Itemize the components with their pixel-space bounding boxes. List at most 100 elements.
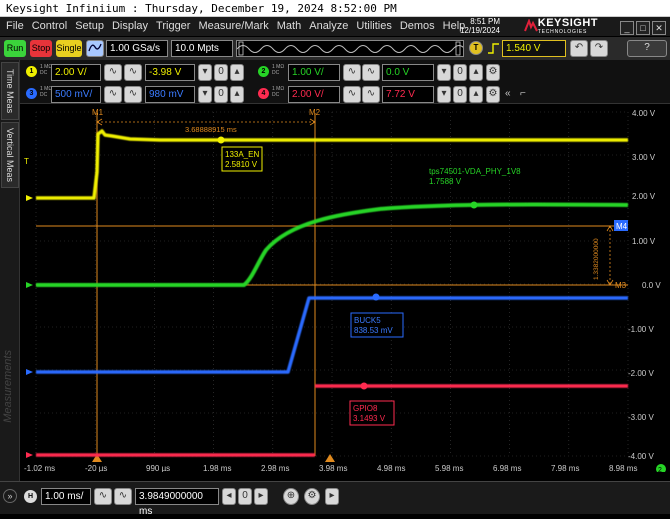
channel-2-down-icon[interactable]: ▾ bbox=[437, 64, 451, 81]
channel-1-offset[interactable]: -3.98 V bbox=[145, 64, 195, 81]
menu-display[interactable]: Display bbox=[108, 17, 152, 36]
channel-2-wave-alt-icon[interactable]: ∿ bbox=[362, 64, 380, 81]
menu-control[interactable]: Control bbox=[28, 17, 71, 36]
channel-1-down-icon[interactable]: ▾ bbox=[198, 64, 212, 81]
position-zero-icon[interactable]: 0 bbox=[238, 488, 252, 505]
channel-4-offset[interactable]: 7.72 V bbox=[382, 86, 434, 103]
timebase-wave-icon[interactable]: ∿ bbox=[94, 488, 112, 505]
single-button[interactable]: Single bbox=[56, 40, 82, 57]
channel-3-up-icon[interactable]: ▴ bbox=[230, 86, 244, 103]
menu-trigger[interactable]: Trigger bbox=[152, 17, 194, 36]
channel-2-wave-icon[interactable]: ∿ bbox=[343, 64, 361, 81]
waveform-display[interactable]: M1 M2 3.68888915 ms 1.3382000000 M4 M3 T… bbox=[20, 104, 670, 472]
channel-4-settings-icon[interactable]: ⚙ bbox=[486, 86, 500, 103]
channel-4-wave-alt-icon[interactable]: ∿ bbox=[362, 86, 380, 103]
brand-name: KEYSIGHT bbox=[537, 17, 598, 29]
channel-4-wave-icon[interactable]: ∿ bbox=[343, 86, 361, 103]
channel-4-callout-value: 3.1493 V bbox=[353, 414, 386, 423]
channel-1-scale[interactable]: 2.00 V/ bbox=[51, 64, 101, 81]
x-label: 990 µs bbox=[146, 464, 170, 472]
position-left-icon[interactable]: ◂ bbox=[222, 488, 236, 505]
channel-3-scale[interactable]: 500 mV/ bbox=[51, 86, 101, 103]
channel-2-scale[interactable]: 1.00 V/ bbox=[288, 64, 340, 81]
menu-setup[interactable]: Setup bbox=[71, 17, 108, 36]
channel-2-up-icon[interactable]: ▴ bbox=[469, 64, 483, 81]
settings-icon[interactable]: ⚙ bbox=[304, 488, 320, 505]
y-label: 1.00 V bbox=[632, 237, 656, 246]
channel-4-up-icon[interactable]: ▴ bbox=[469, 86, 483, 103]
clock-time: 8:51 PM bbox=[470, 17, 500, 26]
horizontal-position-field[interactable]: 3.9849000000 ms bbox=[135, 488, 219, 517]
zoom-icon[interactable]: ⊕ bbox=[283, 488, 299, 505]
timebase-wave-alt-icon[interactable]: ∿ bbox=[114, 488, 132, 505]
marker-m4-label: M4 bbox=[616, 222, 628, 231]
channel-1-callout-name: 133A_EN bbox=[225, 150, 259, 159]
delta-t-label: 3.68888915 ms bbox=[185, 125, 237, 134]
channel-3-badge[interactable]: 3 bbox=[26, 88, 37, 99]
sample-rate-field[interactable]: 1.00 GSa/s bbox=[106, 40, 168, 57]
collapse-chevrons-icon[interactable]: « bbox=[505, 88, 511, 99]
channel-1-wave-alt-icon[interactable]: ∿ bbox=[124, 64, 142, 81]
channel-2-badge[interactable]: 2 bbox=[258, 66, 269, 77]
channel-2-settings-icon[interactable]: ⚙ bbox=[486, 64, 500, 81]
trigger-badge[interactable]: T bbox=[469, 41, 483, 55]
window-title: Keysight Infiniium : Thursday, December … bbox=[6, 2, 397, 15]
channel-2-coupling: DC bbox=[272, 70, 280, 76]
channel-2-offset[interactable]: 0.0 V bbox=[382, 64, 434, 81]
measurements-panel-label: Measurements bbox=[2, 350, 14, 423]
channel-3-down-icon[interactable]: ▾ bbox=[198, 86, 212, 103]
redo-icon[interactable]: ↷ bbox=[590, 40, 608, 57]
y-label: 0.0 V bbox=[642, 281, 661, 290]
y-label: -3.00 V bbox=[628, 413, 654, 422]
stop-button[interactable]: Stop bbox=[30, 40, 52, 57]
menu-file[interactable]: File bbox=[0, 17, 28, 36]
scroll-right-icon[interactable]: » bbox=[3, 489, 17, 503]
channel-1-coupling: DC bbox=[40, 70, 48, 76]
side-tabs: Time Meas Vertical Meas Measurements bbox=[0, 60, 20, 484]
channel-4-callout-name: GPIO8 bbox=[353, 404, 378, 413]
channel-3-wave-alt-icon[interactable]: ∿ bbox=[124, 86, 142, 103]
y-label: -1.00 V bbox=[628, 325, 654, 334]
menu-measure-mark[interactable]: Measure/Mark bbox=[194, 17, 272, 36]
position-right-icon[interactable]: ▸ bbox=[254, 488, 268, 505]
menu-demos[interactable]: Demos bbox=[396, 17, 439, 36]
tab-vertical-meas[interactable]: Vertical Meas bbox=[1, 122, 19, 188]
trigger-level-field[interactable]: 1.540 V bbox=[502, 40, 566, 57]
close-icon[interactable]: ✕ bbox=[652, 21, 666, 35]
waveform-overview[interactable] bbox=[236, 40, 466, 57]
channel-3-zero-icon[interactable]: 0 bbox=[214, 86, 228, 103]
channel-4-down-icon[interactable]: ▾ bbox=[437, 86, 451, 103]
timebase-field[interactable]: 1.00 ms/ bbox=[41, 488, 91, 505]
maximize-icon[interactable]: □ bbox=[636, 21, 650, 35]
menu-math[interactable]: Math bbox=[273, 17, 305, 36]
more-options-icon[interactable]: ▸ bbox=[325, 488, 339, 505]
channel-1-wave-icon[interactable]: ∿ bbox=[104, 64, 122, 81]
pin-icon[interactable]: ⌐ bbox=[520, 88, 526, 99]
channel-1-up-icon[interactable]: ▴ bbox=[230, 64, 244, 81]
channel-1-callout-value: 2.5810 V bbox=[225, 160, 258, 169]
channel-3-wave-icon[interactable]: ∿ bbox=[104, 86, 122, 103]
channel-1-badge[interactable]: 1 bbox=[26, 66, 37, 77]
menu-analyze[interactable]: Analyze bbox=[305, 17, 352, 36]
marker-m1-label: M1 bbox=[92, 108, 104, 117]
channel-4-scale[interactable]: 2.00 V/ bbox=[288, 86, 340, 103]
undo-icon[interactable]: ↶ bbox=[570, 40, 588, 57]
horizontal-badge[interactable]: H bbox=[24, 490, 37, 503]
rising-edge-icon[interactable] bbox=[487, 42, 500, 55]
help-panel-icon[interactable]: ? bbox=[627, 40, 667, 57]
x-label: 4.98 ms bbox=[377, 464, 405, 472]
run-button[interactable]: Run bbox=[4, 40, 26, 57]
memory-depth-field[interactable]: 10.0 Mpts bbox=[171, 40, 233, 57]
minimize-icon[interactable]: _ bbox=[620, 21, 634, 35]
tab-time-meas[interactable]: Time Meas bbox=[1, 62, 19, 120]
x-label: 5.98 ms bbox=[435, 464, 463, 472]
channel-4-zero-icon[interactable]: 0 bbox=[453, 86, 467, 103]
channel-3-offset[interactable]: 980 mV bbox=[145, 86, 195, 103]
channel-1-zero-icon[interactable]: 0 bbox=[214, 64, 228, 81]
channel-2-zero-icon[interactable]: 0 bbox=[453, 64, 467, 81]
menu-utilities[interactable]: Utilities bbox=[352, 17, 395, 36]
autoscale-icon[interactable] bbox=[86, 40, 104, 57]
horizontal-controls: » H 1.00 ms/ ∿ ∿ 3.9849000000 ms ◂ 0 ▸ ⊕… bbox=[0, 481, 670, 517]
x-label: 8.98 ms bbox=[609, 464, 637, 472]
channel-4-badge[interactable]: 4 bbox=[258, 88, 269, 99]
